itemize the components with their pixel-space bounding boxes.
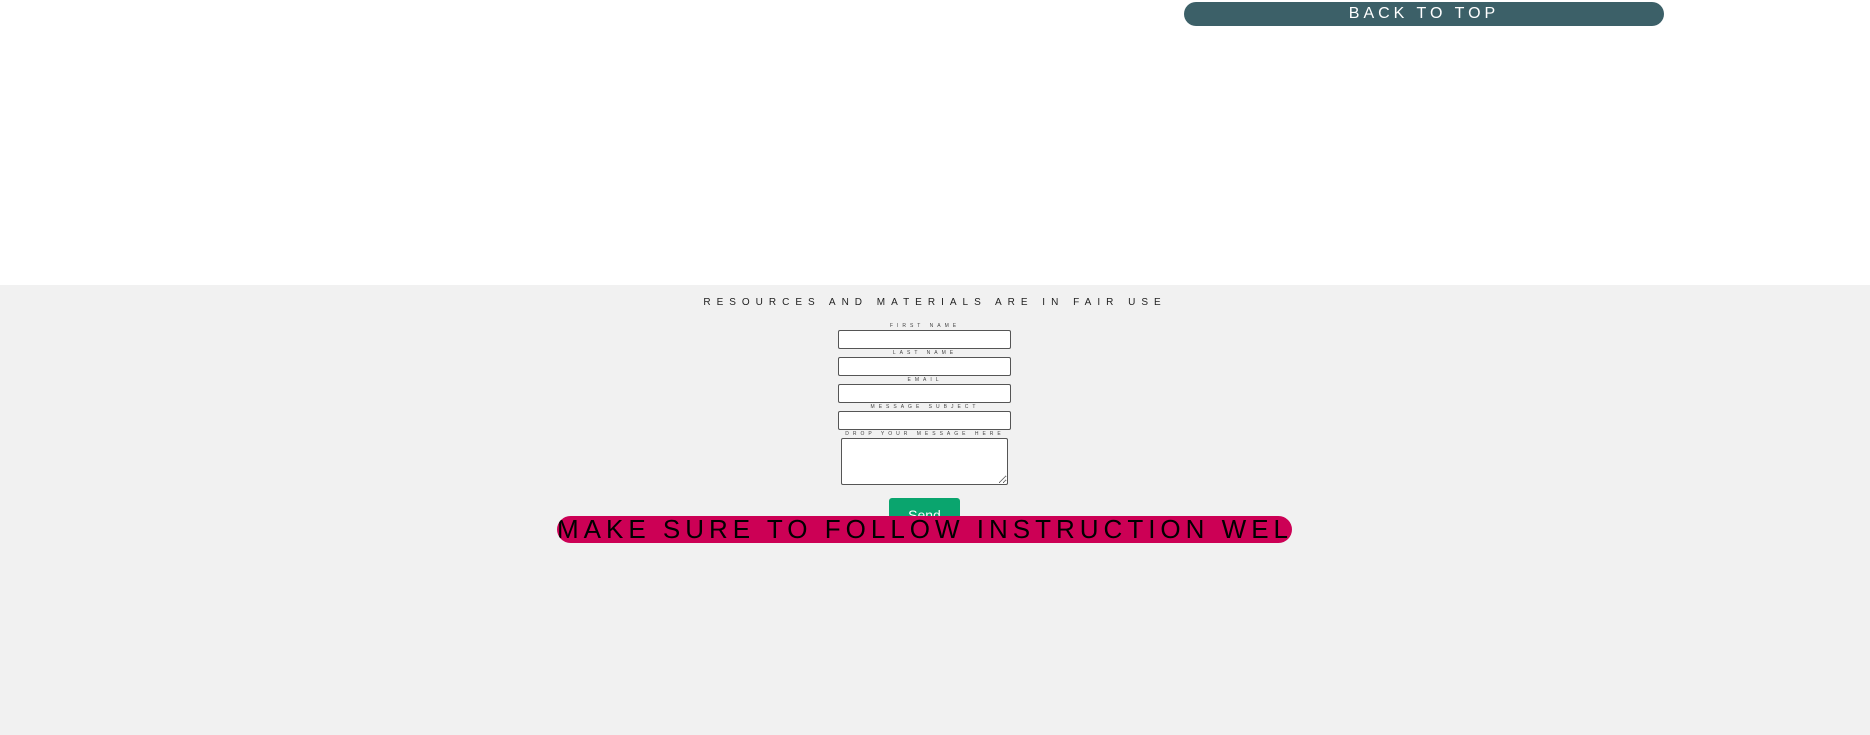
instruction-banner: MAKE SURE TO FOLLOW INSTRUCTION WELL! [557,516,1292,543]
email-input[interactable] [838,384,1011,403]
last-name-input[interactable] [838,357,1011,376]
first-name-input[interactable] [838,330,1011,349]
email-label: EMAIL [907,377,943,383]
message-subject-label: MESSAGE SUBJECT [870,404,980,410]
back-to-top-button[interactable]: BACK TO TOP [1184,2,1664,26]
first-name-label: FIRST NAME [889,323,961,329]
top-area: BACK TO TOP [0,0,1870,285]
contact-form: FIRST NAME LAST NAME EMAIL MESSAGE SUBJE… [835,323,1015,531]
message-label: DROP YOUR MESSAGE HERE [845,431,1005,437]
footer: RESOURCES AND MATERIALS ARE IN FAIR USE … [0,285,1870,735]
message-textarea[interactable] [841,438,1008,485]
message-subject-input[interactable] [838,411,1011,430]
fair-use-notice: RESOURCES AND MATERIALS ARE IN FAIR USE [703,297,1167,308]
last-name-label: LAST NAME [892,350,958,356]
